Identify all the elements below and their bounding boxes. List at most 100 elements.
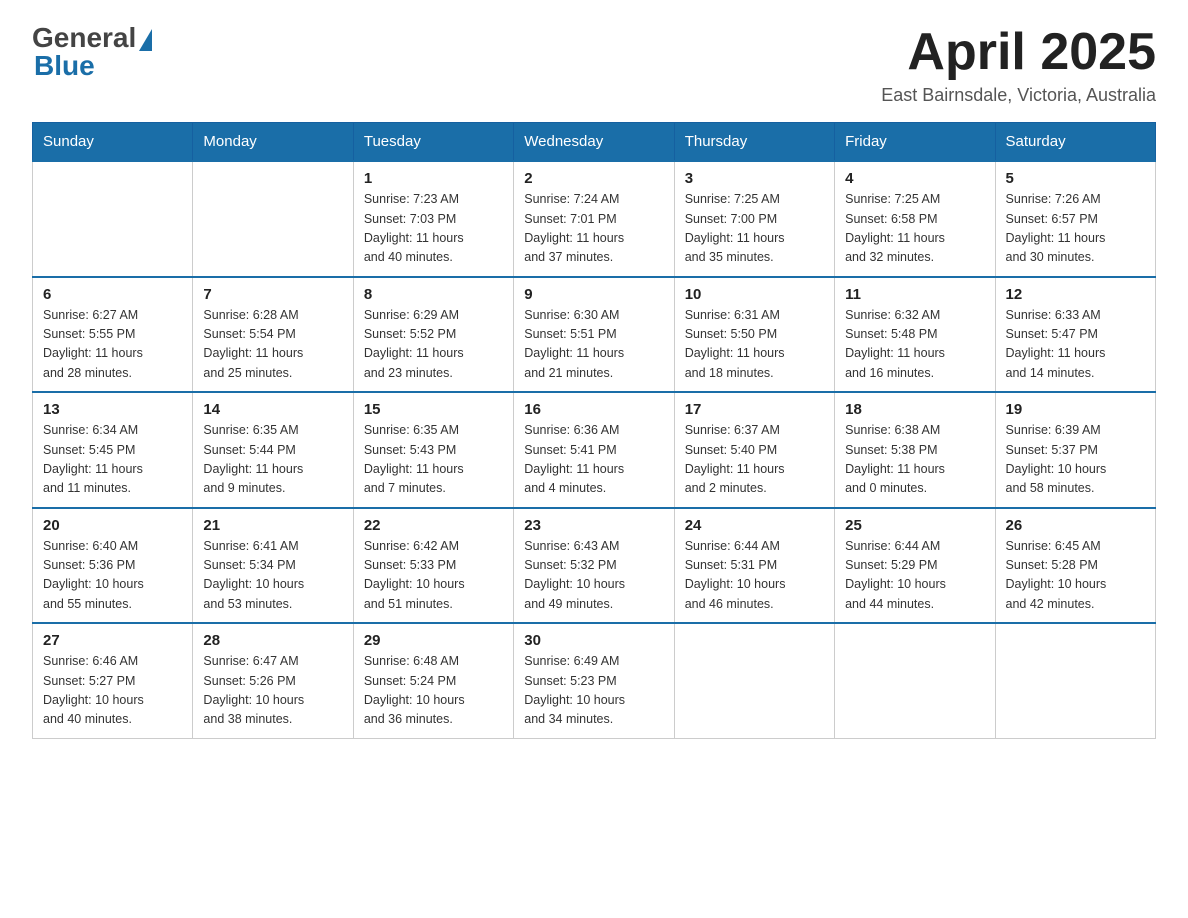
calendar-cell: 1Sunrise: 7:23 AM Sunset: 7:03 PM Daylig… <box>353 161 513 277</box>
day-info: Sunrise: 6:27 AM Sunset: 5:55 PM Dayligh… <box>43 306 182 384</box>
calendar-cell: 13 Sunrise: 6:34 AM Sunset: 5:45 PM Dayli… <box>33 392 193 508</box>
day-info: Sunrise: 6:49 AM Sunset: 5:23 PM Dayligh… <box>524 652 663 730</box>
day-info: Sunrise: 6:45 AM Sunset: 5:28 PM Dayligh… <box>1006 537 1145 615</box>
page-header: General Blue April 2025 East Bairnsdale,… <box>32 24 1156 106</box>
day-number: 19 <box>1006 401 1145 418</box>
day-info: Sunrise: 6:36 AM Sunset: 5:41 PM Dayligh… <box>524 421 663 499</box>
day-number: 15 <box>364 401 503 418</box>
day-info: Sunrise: 6:44 AM Sunset: 5:29 PM Dayligh… <box>845 537 984 615</box>
logo-blue-text: Blue <box>32 50 152 82</box>
calendar-cell: 5Sunrise: 7:26 AM Sunset: 6:57 PM Daylig… <box>995 161 1155 277</box>
calendar-cell <box>674 623 834 738</box>
location-subtitle: East Bairnsdale, Victoria, Australia <box>881 85 1156 106</box>
col-header-friday: Friday <box>835 123 995 162</box>
col-header-tuesday: Tuesday <box>353 123 513 162</box>
day-number: 18 <box>845 401 984 418</box>
calendar-cell <box>835 623 995 738</box>
col-header-thursday: Thursday <box>674 123 834 162</box>
calendar-cell <box>33 161 193 277</box>
calendar-cell: 29 Sunrise: 6:48 AM Sunset: 5:24 PM Dayli… <box>353 623 513 738</box>
calendar-cell: 12Sunrise: 6:33 AM Sunset: 5:47 PM Dayli… <box>995 277 1155 393</box>
calendar-cell: 20Sunrise: 6:40 AM Sunset: 5:36 PM Dayli… <box>33 508 193 624</box>
day-info: Sunrise: 6:32 AM Sunset: 5:48 PM Dayligh… <box>845 306 984 384</box>
calendar-cell: 10Sunrise: 6:31 AM Sunset: 5:50 PM Dayli… <box>674 277 834 393</box>
calendar-header-row: SundayMondayTuesdayWednesdayThursdayFrid… <box>33 123 1156 162</box>
calendar-cell: 26 Sunrise: 6:45 AM Sunset: 5:28 PM Dayli… <box>995 508 1155 624</box>
calendar-cell: 4 Sunrise: 7:25 AM Sunset: 6:58 PM Daylig… <box>835 161 995 277</box>
week-row-3: 13 Sunrise: 6:34 AM Sunset: 5:45 PM Dayli… <box>33 392 1156 508</box>
calendar-cell: 3Sunrise: 7:25 AM Sunset: 7:00 PM Daylig… <box>674 161 834 277</box>
day-number: 27 <box>43 632 182 649</box>
day-number: 6 <box>43 286 182 303</box>
day-number: 25 <box>845 517 984 534</box>
calendar-cell: 7Sunrise: 6:28 AM Sunset: 5:54 PM Daylig… <box>193 277 353 393</box>
day-number: 8 <box>364 286 503 303</box>
day-number: 1 <box>364 170 503 187</box>
day-number: 21 <box>203 517 342 534</box>
day-number: 26 <box>1006 517 1145 534</box>
day-info: Sunrise: 6:46 AM Sunset: 5:27 PM Dayligh… <box>43 652 182 730</box>
calendar-cell: 28Sunrise: 6:47 AM Sunset: 5:26 PM Dayli… <box>193 623 353 738</box>
col-header-wednesday: Wednesday <box>514 123 674 162</box>
week-row-2: 6 Sunrise: 6:27 AM Sunset: 5:55 PM Daylig… <box>33 277 1156 393</box>
day-info: Sunrise: 6:39 AM Sunset: 5:37 PM Dayligh… <box>1006 421 1145 499</box>
day-info: Sunrise: 6:34 AM Sunset: 5:45 PM Dayligh… <box>43 421 182 499</box>
calendar-cell: 25 Sunrise: 6:44 AM Sunset: 5:29 PM Dayli… <box>835 508 995 624</box>
day-number: 10 <box>685 286 824 303</box>
day-info: Sunrise: 6:29 AM Sunset: 5:52 PM Dayligh… <box>364 306 503 384</box>
calendar-cell: 19 Sunrise: 6:39 AM Sunset: 5:37 PM Dayli… <box>995 392 1155 508</box>
calendar-cell: 8 Sunrise: 6:29 AM Sunset: 5:52 PM Daylig… <box>353 277 513 393</box>
logo-general-text: General <box>32 24 136 52</box>
day-info: Sunrise: 6:48 AM Sunset: 5:24 PM Dayligh… <box>364 652 503 730</box>
calendar-cell: 15 Sunrise: 6:35 AM Sunset: 5:43 PM Dayli… <box>353 392 513 508</box>
month-title: April 2025 <box>881 24 1156 81</box>
day-number: 24 <box>685 517 824 534</box>
calendar-cell: 2 Sunrise: 7:24 AM Sunset: 7:01 PM Daylig… <box>514 161 674 277</box>
calendar-cell: 24 Sunrise: 6:44 AM Sunset: 5:31 PM Dayli… <box>674 508 834 624</box>
day-info: Sunrise: 6:42 AM Sunset: 5:33 PM Dayligh… <box>364 537 503 615</box>
day-info: Sunrise: 7:26 AM Sunset: 6:57 PM Dayligh… <box>1006 190 1145 268</box>
calendar-cell: 30 Sunrise: 6:49 AM Sunset: 5:23 PM Dayli… <box>514 623 674 738</box>
title-area: April 2025 East Bairnsdale, Victoria, Au… <box>881 24 1156 106</box>
day-number: 20 <box>43 517 182 534</box>
day-info: Sunrise: 6:41 AM Sunset: 5:34 PM Dayligh… <box>203 537 342 615</box>
calendar-cell: 17Sunrise: 6:37 AM Sunset: 5:40 PM Dayli… <box>674 392 834 508</box>
day-info: Sunrise: 6:47 AM Sunset: 5:26 PM Dayligh… <box>203 652 342 730</box>
logo-flag-icon <box>139 29 152 51</box>
week-row-4: 20Sunrise: 6:40 AM Sunset: 5:36 PM Dayli… <box>33 508 1156 624</box>
day-info: Sunrise: 7:25 AM Sunset: 6:58 PM Dayligh… <box>845 190 984 268</box>
day-number: 2 <box>524 170 663 187</box>
day-info: Sunrise: 6:38 AM Sunset: 5:38 PM Dayligh… <box>845 421 984 499</box>
day-number: 4 <box>845 170 984 187</box>
day-info: Sunrise: 6:35 AM Sunset: 5:43 PM Dayligh… <box>364 421 503 499</box>
calendar-cell: 21 Sunrise: 6:41 AM Sunset: 5:34 PM Dayli… <box>193 508 353 624</box>
calendar-cell: 22 Sunrise: 6:42 AM Sunset: 5:33 PM Dayli… <box>353 508 513 624</box>
day-number: 16 <box>524 401 663 418</box>
day-number: 29 <box>364 632 503 649</box>
col-header-sunday: Sunday <box>33 123 193 162</box>
day-number: 13 <box>43 401 182 418</box>
day-number: 14 <box>203 401 342 418</box>
day-number: 7 <box>203 286 342 303</box>
calendar-cell <box>995 623 1155 738</box>
day-number: 12 <box>1006 286 1145 303</box>
calendar-cell: 18 Sunrise: 6:38 AM Sunset: 5:38 PM Dayli… <box>835 392 995 508</box>
calendar-cell: 11Sunrise: 6:32 AM Sunset: 5:48 PM Dayli… <box>835 277 995 393</box>
day-number: 22 <box>364 517 503 534</box>
day-number: 30 <box>524 632 663 649</box>
day-info: Sunrise: 6:35 AM Sunset: 5:44 PM Dayligh… <box>203 421 342 499</box>
col-header-saturday: Saturday <box>995 123 1155 162</box>
logo: General Blue <box>32 24 152 82</box>
calendar-cell: 23Sunrise: 6:43 AM Sunset: 5:32 PM Dayli… <box>514 508 674 624</box>
week-row-1: 1Sunrise: 7:23 AM Sunset: 7:03 PM Daylig… <box>33 161 1156 277</box>
day-info: Sunrise: 7:25 AM Sunset: 7:00 PM Dayligh… <box>685 190 824 268</box>
calendar-cell: 27 Sunrise: 6:46 AM Sunset: 5:27 PM Dayli… <box>33 623 193 738</box>
day-number: 9 <box>524 286 663 303</box>
col-header-monday: Monday <box>193 123 353 162</box>
day-number: 23 <box>524 517 663 534</box>
calendar-cell: 9Sunrise: 6:30 AM Sunset: 5:51 PM Daylig… <box>514 277 674 393</box>
week-row-5: 27 Sunrise: 6:46 AM Sunset: 5:27 PM Dayli… <box>33 623 1156 738</box>
day-info: Sunrise: 7:24 AM Sunset: 7:01 PM Dayligh… <box>524 190 663 268</box>
day-info: Sunrise: 6:44 AM Sunset: 5:31 PM Dayligh… <box>685 537 824 615</box>
day-info: Sunrise: 6:37 AM Sunset: 5:40 PM Dayligh… <box>685 421 824 499</box>
